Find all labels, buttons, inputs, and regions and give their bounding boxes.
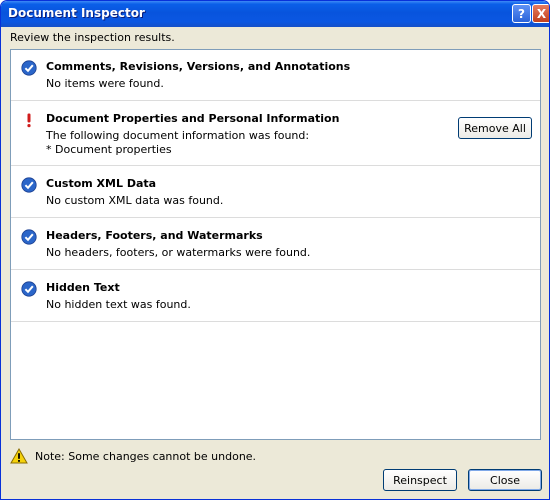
result-description: No custom XML data was found. [46, 194, 223, 208]
warning-icon [10, 448, 28, 464]
remove-all-button[interactable]: Remove All [458, 117, 532, 139]
result-line: * Document properties [46, 143, 172, 156]
document-inspector-dialog: Document Inspector ? X Review the inspec… [0, 0, 550, 500]
result-line: No items were found. [46, 77, 164, 90]
help-icon: ? [518, 6, 525, 21]
window-title: Document Inspector [8, 6, 145, 20]
result-row-document-properties: Document Properties and Personal Informa… [11, 102, 540, 166]
result-row-custom-xml: Custom XML Data No custom XML data was f… [11, 167, 540, 218]
result-description: No hidden text was found. [46, 298, 191, 312]
close-label: Close [490, 473, 520, 487]
close-window-button[interactable]: X [532, 4, 549, 23]
result-row-hidden-text: Hidden Text No hidden text was found. [11, 271, 540, 322]
title-bar: Document Inspector ? X [1, 1, 549, 27]
help-button[interactable]: ? [512, 4, 531, 23]
check-icon [21, 281, 37, 297]
result-heading: Document Properties and Personal Informa… [46, 112, 340, 125]
check-icon [21, 177, 37, 193]
result-line: No hidden text was found. [46, 298, 191, 311]
reinspect-button[interactable]: Reinspect [383, 469, 457, 491]
close-button[interactable]: Close [468, 469, 542, 491]
result-row-headers-footers: Headers, Footers, and Watermarks No head… [11, 219, 540, 270]
result-row-comments: Comments, Revisions, Versions, and Annot… [11, 50, 540, 101]
result-line: No headers, footers, or watermarks were … [46, 246, 311, 259]
result-heading: Custom XML Data [46, 177, 157, 190]
reinspect-label: Reinspect [393, 473, 447, 487]
check-icon [21, 60, 37, 76]
result-heading: Comments, Revisions, Versions, and Annot… [46, 60, 351, 73]
result-heading: Hidden Text [46, 281, 120, 294]
close-icon: X [536, 6, 547, 21]
subtitle: Review the inspection results. [10, 31, 175, 44]
result-description: No headers, footers, or watermarks were … [46, 246, 310, 260]
check-icon [21, 229, 37, 245]
result-line: The following document information was f… [46, 129, 310, 142]
result-description: No items were found. [46, 77, 164, 91]
inspection-results-list[interactable]: Comments, Revisions, Versions, and Annot… [10, 49, 541, 440]
result-description: The following document information was f… [46, 129, 309, 157]
undo-note: Note: Some changes cannot be undone. [35, 450, 257, 463]
exclamation-icon [27, 113, 31, 128]
result-heading: Headers, Footers, and Watermarks [46, 229, 263, 242]
result-line: No custom XML data was found. [46, 194, 224, 207]
